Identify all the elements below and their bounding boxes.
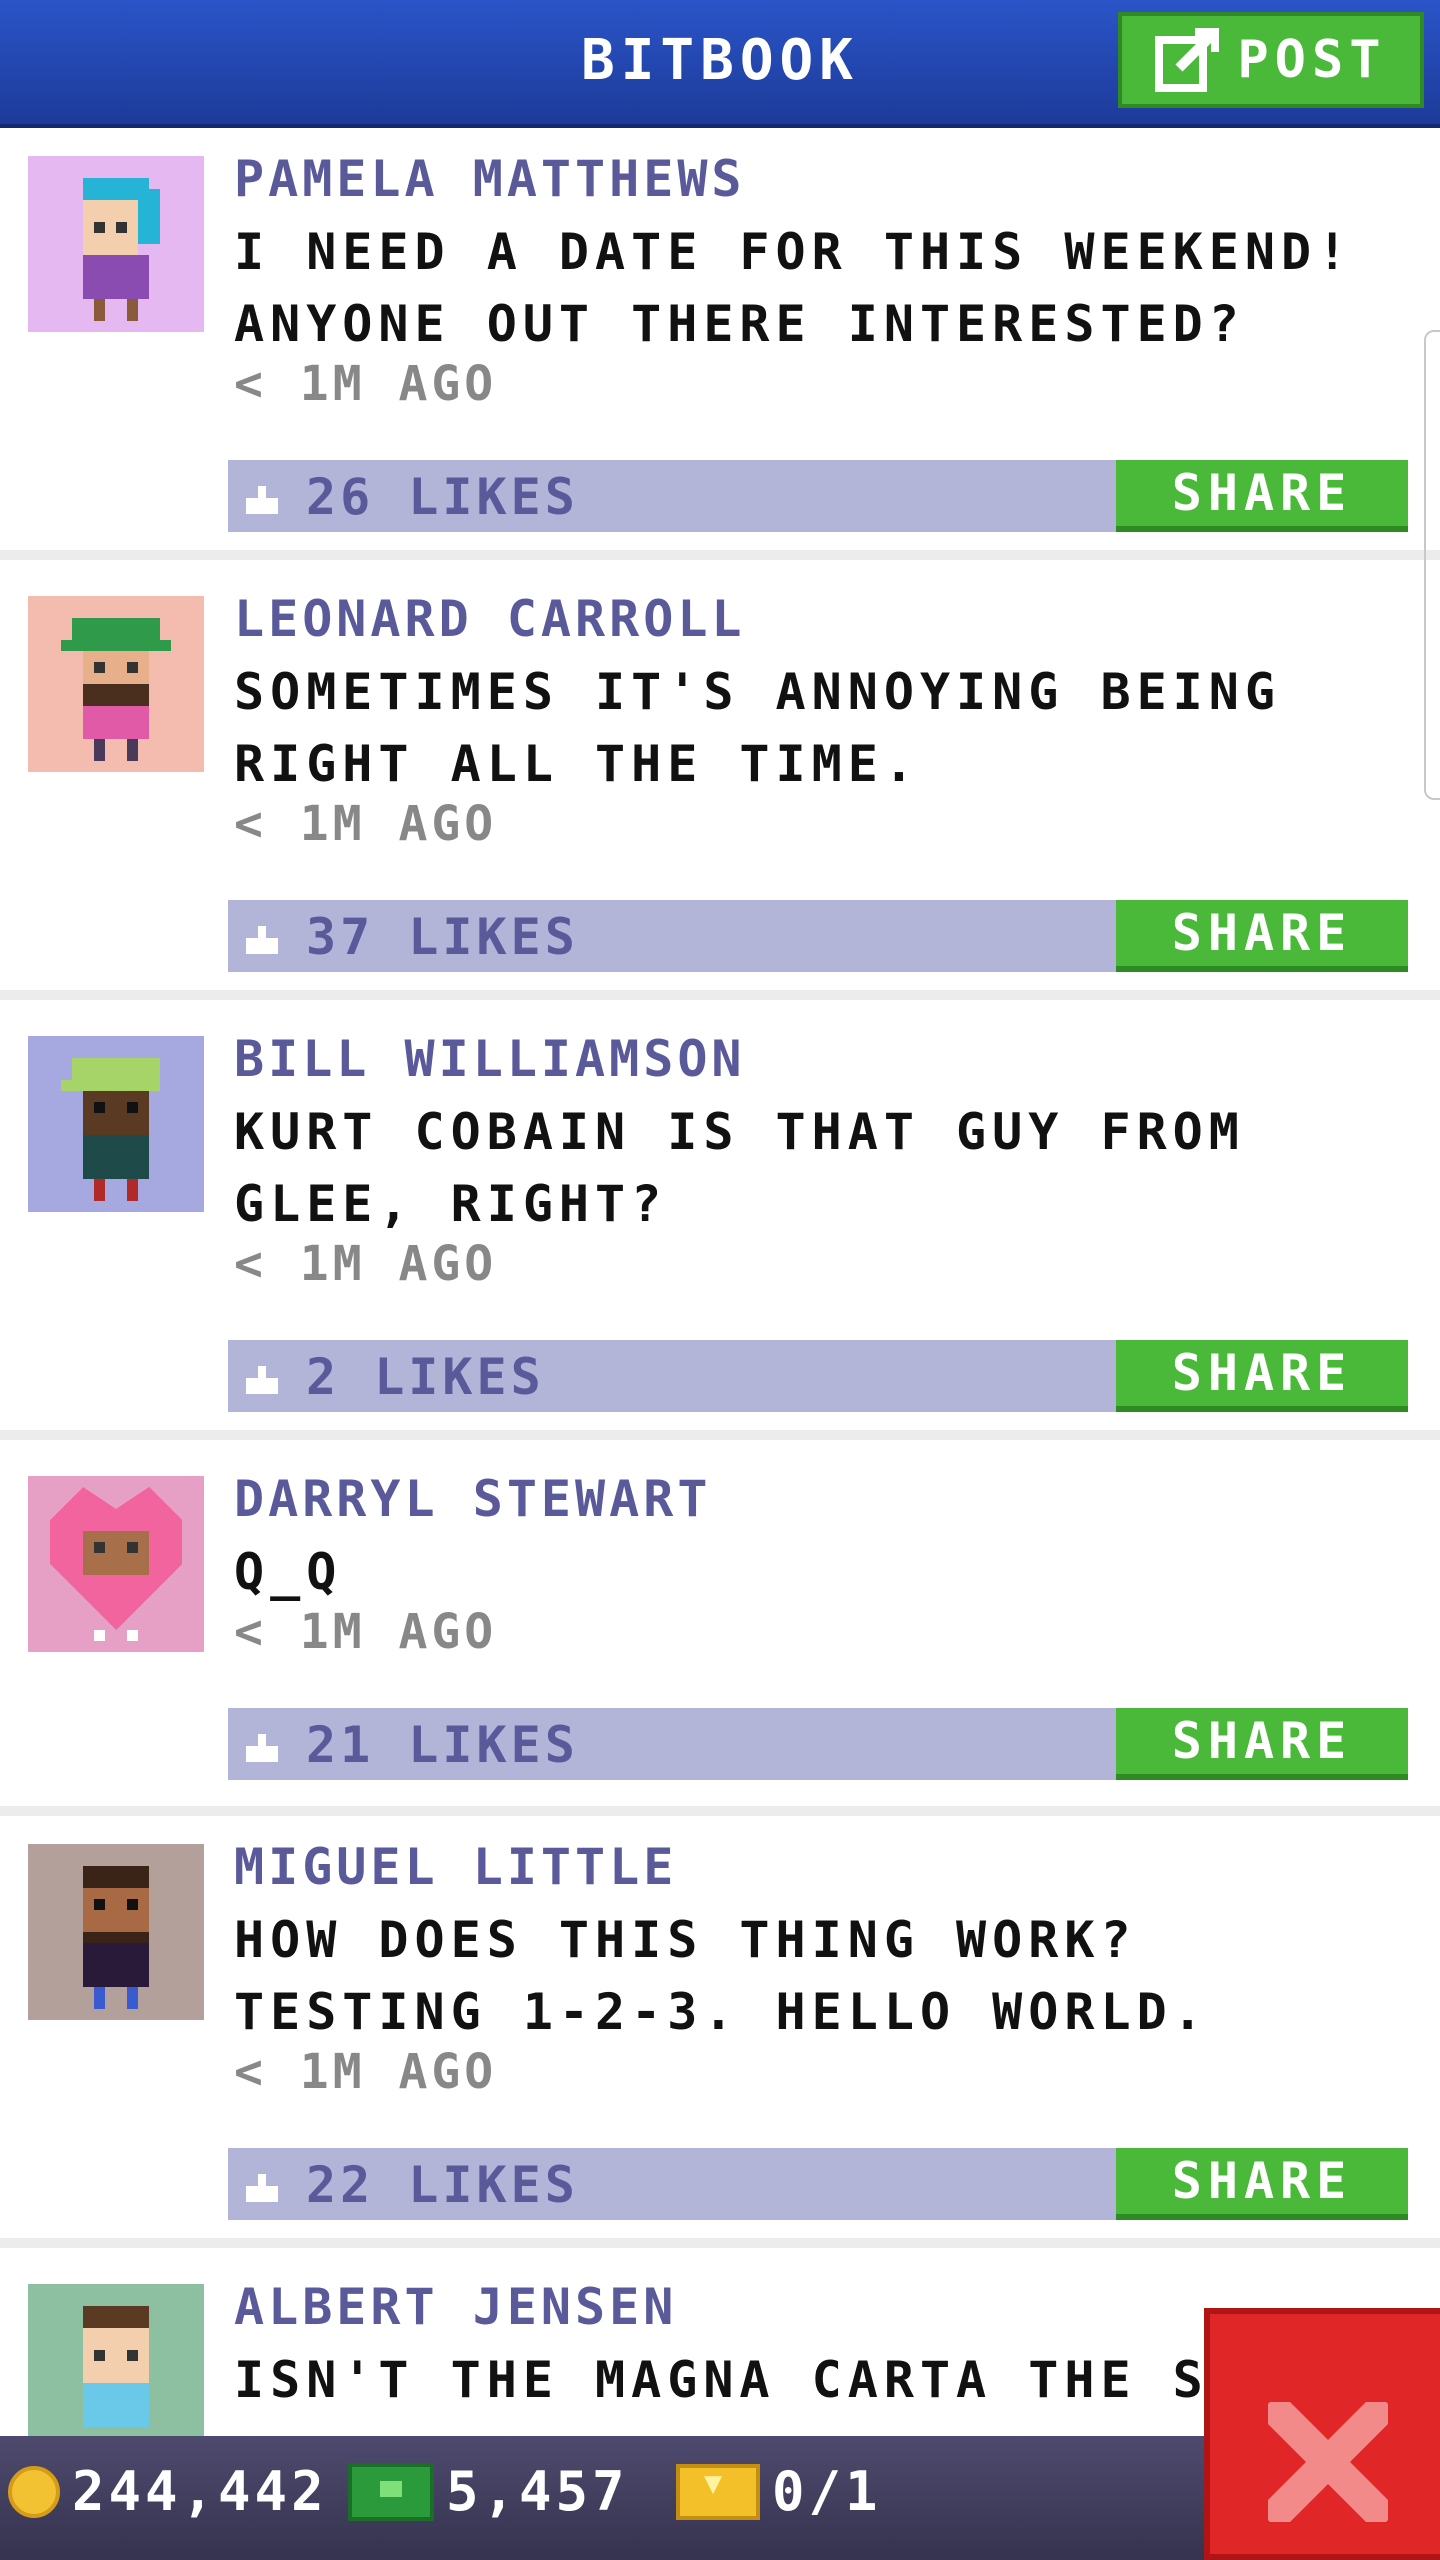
like-count: 26 LIKES (306, 468, 579, 526)
post-timestamp: < 1M AGO (234, 1236, 498, 1292)
close-button[interactable] (1204, 2308, 1440, 2560)
post-timestamp: < 1M AGO (234, 796, 498, 852)
feed-post: PAMELA MATTHEWS I NEED A DATE FOR THIS W… (0, 128, 1440, 560)
cash-icon (348, 2462, 434, 2521)
close-icon (1268, 2402, 1388, 2522)
thumbs-up-icon (246, 1366, 278, 1394)
post-text: SOMETIMES IT'S ANNOYING BEING RIGHT ALL … (234, 663, 1281, 793)
post-text: Q_Q (234, 1543, 343, 1601)
avatar (28, 2284, 204, 2460)
like-bar[interactable]: 26 LIKES SHARE (228, 460, 1408, 532)
post-author: LEONARD CARROLL (234, 590, 746, 648)
post-timestamp: < 1M AGO (234, 1604, 498, 1660)
post-author: DARRYL STEWART (234, 1470, 712, 1528)
coin-icon (8, 2465, 60, 2518)
feed-post: MIGUEL LITTLE HOW DOES THIS THING WORK? … (0, 1816, 1440, 2248)
tickets-stat: 0/1 (676, 2460, 882, 2523)
like-count: 37 LIKES (306, 908, 579, 966)
share-button[interactable]: SHARE (1116, 460, 1408, 532)
thumbs-up-icon (246, 2174, 278, 2202)
post-button[interactable]: POST (1118, 12, 1424, 108)
avatar (28, 1476, 204, 1652)
post-author: PAMELA MATTHEWS (234, 150, 746, 208)
post-timestamp: < 1M AGO (234, 356, 498, 412)
thumbs-up-icon (246, 926, 278, 954)
thumbs-up-icon (246, 1734, 278, 1762)
bux-value: 5,457 (446, 2460, 629, 2523)
post-timestamp: < 1M AGO (234, 2044, 498, 2100)
post-text: KURT COBAIN IS THAT GUY FROM GLEE, RIGHT… (234, 1103, 1245, 1233)
share-button[interactable]: SHARE (1116, 1340, 1408, 1412)
post-author: MIGUEL LITTLE (234, 1838, 678, 1896)
post-text: I NEED A DATE FOR THIS WEEKEND! ANYONE O… (234, 223, 1354, 353)
thumbs-up-icon (246, 486, 278, 514)
post-author: ALBERT JENSEN (234, 2278, 678, 2336)
share-button[interactable]: SHARE (1116, 2148, 1408, 2220)
like-bar[interactable]: 21 LIKES SHARE (228, 1708, 1408, 1780)
like-count: 21 LIKES (306, 1716, 579, 1774)
like-bar[interactable]: 22 LIKES SHARE (228, 2148, 1408, 2220)
post-button-label: POST (1237, 30, 1387, 90)
tickets-value: 0/1 (772, 2460, 882, 2523)
like-bar[interactable]: 2 LIKES SHARE (228, 1340, 1408, 1412)
like-count: 22 LIKES (306, 2156, 579, 2214)
post-author: BILL WILLIAMSON (234, 1030, 746, 1088)
bux-stat: 5,457 (348, 2460, 629, 2523)
coins-value: 244,442 (72, 2460, 328, 2523)
compose-icon (1155, 28, 1220, 92)
avatar (28, 1036, 204, 1212)
coins-stat: 244,442 (8, 2460, 328, 2523)
like-count: 2 LIKES (306, 1348, 545, 1406)
feed-post: BILL WILLIAMSON KURT COBAIN IS THAT GUY … (0, 1008, 1440, 1440)
avatar (28, 1844, 204, 2020)
app-header: BITBOOK POST (0, 0, 1440, 128)
share-button[interactable]: SHARE (1116, 900, 1408, 972)
share-button[interactable]: SHARE (1116, 1708, 1408, 1780)
avatar (28, 156, 204, 332)
feed-post: LEONARD CARROLL SOMETIMES IT'S ANNOYING … (0, 568, 1440, 1000)
ticket-icon (676, 2463, 760, 2520)
like-bar[interactable]: 37 LIKES SHARE (228, 900, 1408, 972)
feed-post: DARRYL STEWART Q_Q < 1M AGO 21 LIKES SHA… (0, 1448, 1440, 1816)
post-text: HOW DOES THIS THING WORK? TESTING 1-2-3.… (234, 1911, 1209, 2041)
scrollbar[interactable] (1424, 330, 1440, 800)
avatar (28, 596, 204, 772)
